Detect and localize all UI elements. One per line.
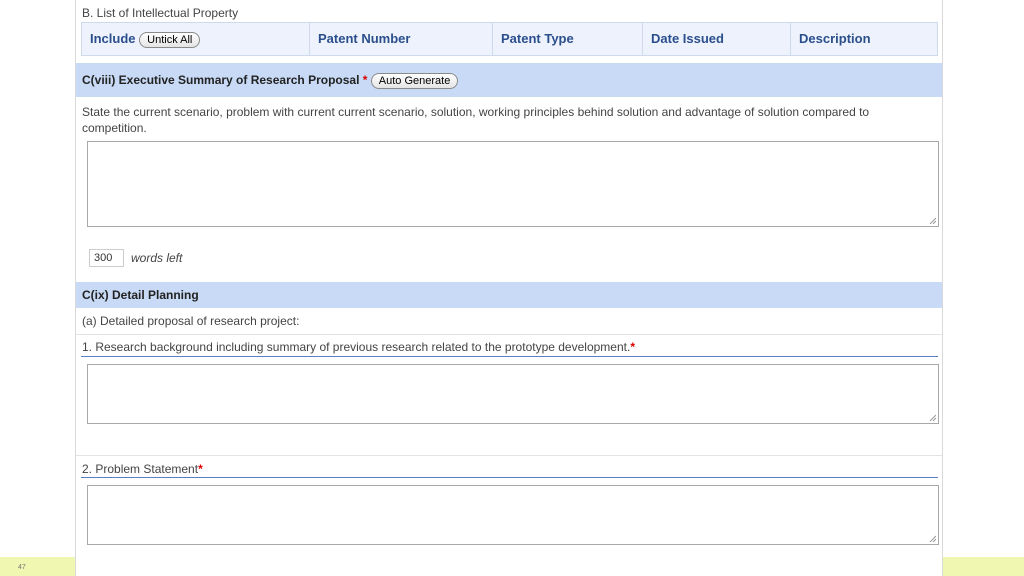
divider	[76, 455, 942, 456]
executive-summary-header: C(viii) Executive Summary of Research Pr…	[76, 63, 942, 97]
research-background-label: 1. Research background including summary…	[82, 339, 635, 355]
detail-planning-header: C(ix) Detail Planning	[76, 282, 942, 308]
required-marker: *	[198, 462, 203, 476]
description-header[interactable]: Description	[791, 23, 937, 55]
problem-statement-textarea[interactable]	[87, 485, 939, 545]
slide-footer-left	[0, 557, 75, 576]
research-background-textarea[interactable]	[87, 364, 939, 424]
required-marker: *	[362, 73, 368, 87]
slide-footer-right	[943, 557, 1024, 576]
field-underline	[81, 356, 938, 357]
patent-type-header[interactable]: Patent Type	[493, 23, 643, 55]
executive-summary-title: C(viii) Executive Summary of Research Pr…	[82, 73, 363, 87]
divider	[76, 334, 942, 335]
problem-statement-text: 2. Problem Statement	[82, 462, 199, 476]
include-column-header: Include Untick All	[82, 23, 310, 55]
auto-generate-button[interactable]: Auto Generate	[370, 72, 459, 89]
resize-grip-icon[interactable]	[929, 414, 936, 421]
words-left-counter: 300	[89, 249, 124, 267]
executive-summary-textarea[interactable]	[87, 141, 939, 227]
required-marker: *	[630, 340, 635, 354]
problem-statement-label: 2. Problem Statement*	[82, 461, 203, 477]
page-number: 47	[18, 564, 26, 571]
executive-summary-instructions: State the current scenario, problem with…	[82, 105, 870, 135]
date-issued-header[interactable]: Date Issued	[643, 23, 791, 55]
untick-all-button[interactable]: Untick All	[139, 31, 201, 48]
words-left-label: words left	[131, 251, 183, 265]
patent-number-header[interactable]: Patent Number	[310, 23, 493, 55]
resize-grip-icon[interactable]	[929, 535, 936, 542]
resize-grip-icon[interactable]	[929, 217, 936, 224]
research-background-text: 1. Research background including summary…	[82, 340, 631, 354]
form-panel: B. List of Intellectual Property Include…	[75, 0, 943, 576]
field-underline	[81, 477, 938, 478]
ip-section-title: B. List of Intellectual Property	[82, 6, 239, 20]
detailed-proposal-subheading: (a) Detailed proposal of research projec…	[82, 314, 300, 328]
include-label: Include	[90, 31, 136, 46]
ip-table-header: Include Untick All Patent Number Patent …	[81, 22, 938, 56]
